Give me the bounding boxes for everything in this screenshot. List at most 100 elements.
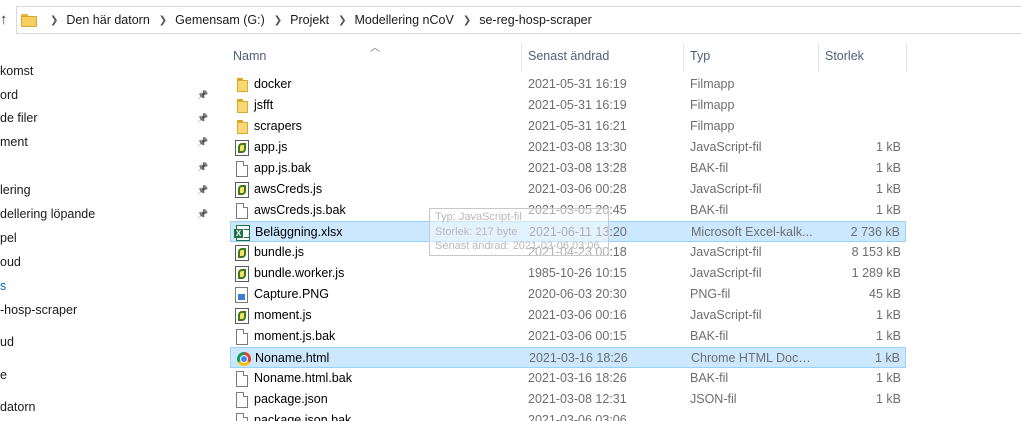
file-row[interactable]: package.json.bak 2021-03-06 03:06 [230,410,906,421]
pin-icon[interactable]: 📌 [197,88,209,102]
file-size: 1 kB [875,203,901,217]
nav-item[interactable]: lering [0,180,31,200]
chevron-right-icon[interactable]: ❯ [463,15,471,26]
folder-icon [234,119,250,135]
file-row[interactable]: Capture.PNG 2020-06-03 20:30 PNG-fil 45 kB [230,284,906,305]
tooltip-line: Storlek: 217 byte [435,225,518,238]
nav-item[interactable]: dellering löpande [0,204,95,224]
file-name: Noname.html.bak [254,371,352,385]
address-bar[interactable]: ❯ Den här datorn ❯ Gemensam (G:) ❯ Proje… [16,6,1021,34]
column-header-date[interactable]: Senast ändrad [528,49,609,63]
pin-icon[interactable]: 📌 [197,160,209,174]
breadcrumb-modellering[interactable]: Modellering nCoV [354,13,453,27]
file-name: app.js.bak [254,161,311,175]
file-row[interactable]: Noname.html 2021-03-16 18:26 Chrome HTML D… [230,347,906,368]
chevron-right-icon[interactable]: ❯ [50,15,58,26]
file-name: jsfft [254,98,274,112]
file-name: Beläggning.xlsx [255,225,343,239]
nav-item[interactable]: pel [0,228,17,248]
file-type: Filmapp [690,77,735,91]
file-type: Filmapp [690,98,735,112]
nav-item[interactable]: komst [0,61,33,81]
file-type [690,410,812,421]
breadcrumb-this-pc[interactable]: Den här datorn [66,13,149,27]
nav-item[interactable]: oud [0,252,21,272]
file-date: 2021-05-31 16:19 [528,98,627,112]
pin-icon[interactable]: 📌 [197,111,209,125]
file-date: 2021-03-06 00:16 [528,308,627,322]
column-divider[interactable] [818,44,819,72]
chevron-right-icon[interactable]: ❯ [159,15,167,26]
file-row[interactable]: jsfft 2021-05-31 16:19 Filmapp [230,95,906,116]
chevron-right-icon[interactable]: ❯ [338,15,346,26]
nav-item[interactable]: ment [0,132,28,152]
file-row[interactable]: app.js 2021-03-08 13:30 JavaScript-fil 1 kB [230,137,906,158]
nav-item[interactable]: de filer [0,108,38,128]
file-row[interactable]: docker 2021-05-31 16:19 Filmapp [230,74,906,95]
column-header-row: ︿ Namn Senast ändrad Typ Storlek [230,40,1021,72]
file-size: 1 kB [875,161,901,175]
up-arrow-icon[interactable]: ↑ [0,10,14,30]
file-type: JavaScript-fil [690,308,762,322]
tooltip-line: Senast ändrad: 2021-03-06 03:06 [435,240,600,252]
file-name: Capture.PNG [254,287,330,301]
file-row[interactable]: bundle.worker.js 1985-10-26 10:15 JavaScri… [230,263,906,284]
column-divider[interactable] [906,44,907,72]
column-divider[interactable] [683,44,684,72]
nav-item[interactable]: -hosp-scraper [0,300,77,320]
column-divider[interactable] [521,44,522,72]
file-size: 2 736 kB [850,225,900,239]
file-name: docker [254,77,292,91]
nav-item[interactable]: ud [0,332,14,352]
file-name: bundle.worker.js [254,266,345,280]
file-size: 1 kB [875,308,901,322]
file-name: bundle.js [254,245,305,259]
column-header-type[interactable]: Typ [690,49,710,63]
file-name: Noname.html [255,351,330,365]
file-date: 2020-06-03 20:30 [528,287,627,301]
file-row[interactable]: Noname.html.bak 2021-03-16 18:26 BAK-fil 1 … [230,368,906,389]
file-size: 1 289 kB [851,266,901,280]
file-row[interactable]: scrapers 2021-05-31 16:21 Filmapp [230,116,906,137]
file-row[interactable]: package.json 2021-03-08 12:31 JSON-fil 1 kB [230,389,906,410]
pin-icon[interactable]: 📌 [197,135,209,149]
file-row[interactable]: app.js.bak 2021-03-08 13:28 BAK-fil 1 kB [230,158,906,179]
file-type: BAK-fil [690,203,729,217]
nav-item[interactable]: ord [0,85,18,105]
breadcrumb-current-folder[interactable]: se-reg-hosp-scraper [479,13,592,27]
file-type: BAK-fil [690,161,729,175]
column-header-size[interactable]: Storlek [825,49,864,63]
document-icon [236,392,248,408]
column-header-name[interactable]: Namn [233,49,266,63]
tooltip-line: Typ: JavaScript-fil [435,211,522,223]
file-date: 2021-03-06 00:28 [528,182,627,196]
file-name: app.js [254,140,288,154]
file-date: 2021-03-06 03:06 [528,413,627,421]
file-size: 1 kB [875,371,901,385]
address-row: ↑ ❯ Den här datorn ❯ Gemensam (G:) ❯ Pro… [0,0,1021,40]
file-date: 2021-03-06 00:15 [528,329,627,343]
file-type: PNG-fil [690,287,731,301]
file-name: package.json.bak [254,413,352,421]
javascript-file-icon [235,140,249,156]
nav-item[interactable]: s [0,276,6,296]
file-date: 2021-03-16 18:26 [528,371,627,385]
nav-item[interactable]: e [0,365,7,385]
breadcrumb-drive[interactable]: Gemensam (G:) [175,13,265,27]
file-size: 1 kB [875,329,901,343]
pin-icon[interactable]: 📌 [197,183,209,197]
file-row[interactable]: moment.js 2021-03-06 00:16 JavaScript-fil 1… [230,305,906,326]
nav-item[interactable]: datorn [0,397,35,417]
navigation-pane: komst ord 📌 de filer 📌 ment 📌 📌 lering 📌 dellering… [0,40,218,421]
pin-icon[interactable]: 📌 [197,207,209,221]
file-row[interactable]: awsCreds.js 2021-03-06 00:28 JavaScript-fi… [230,179,906,200]
javascript-file-icon [235,245,249,261]
breadcrumb-projekt[interactable]: Projekt [290,13,329,27]
file-type: BAK-fil [690,371,729,385]
file-name: awsCreds.js.bak [254,203,346,217]
image-file-icon [235,287,248,303]
file-name: moment.js [254,308,312,322]
file-row[interactable]: moment.js.bak 2021-03-06 00:15 BAK-fil 1 kB [230,326,906,347]
chevron-right-icon[interactable]: ❯ [274,15,282,26]
file-size: 1 kB [874,351,900,365]
